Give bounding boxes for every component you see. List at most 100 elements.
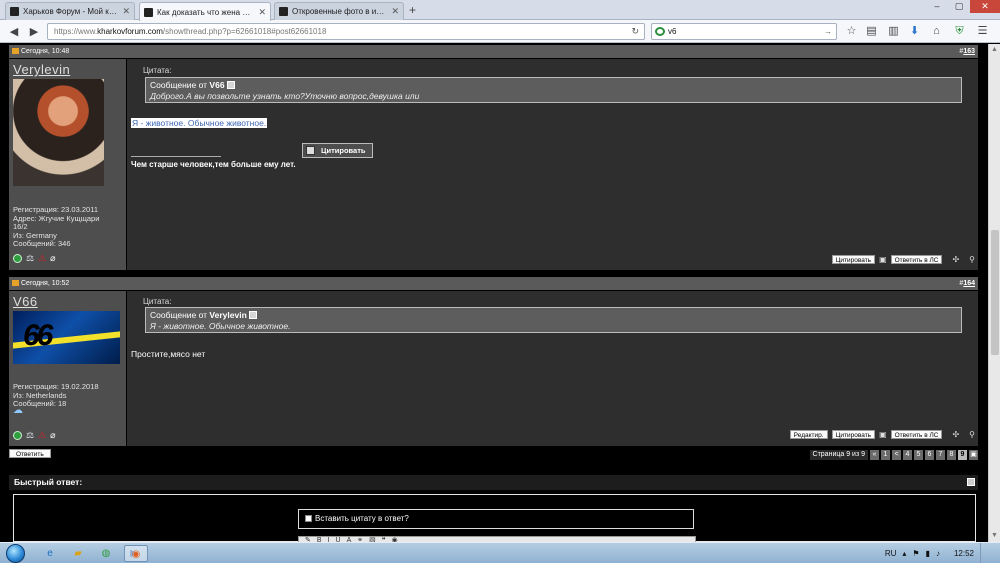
report-icon[interactable]: ⚲ — [969, 255, 975, 264]
user-info: Регистрация: 23.03.2011 Адрес: Жгучие Ку… — [13, 205, 100, 248]
page-link[interactable]: 7 — [936, 450, 945, 460]
new-tab-icon[interactable]: + — [409, 3, 416, 17]
scrollbar-thumb[interactable] — [991, 230, 999, 355]
user-panel: V66 66 Регистрация: 19.02.2018 Из: Nethe… — [9, 291, 126, 446]
quote-button[interactable]: Цитировать — [831, 430, 876, 439]
page-link[interactable]: 1 — [881, 450, 890, 460]
clock[interactable]: 12:52 — [954, 549, 974, 558]
page-current: 9 — [958, 450, 967, 460]
show-desktop-button[interactable] — [980, 543, 988, 563]
post-header: Сегодня, 10:52 #164 — [9, 277, 978, 290]
library-icon[interactable]: ▥ — [887, 25, 900, 38]
forum-favicon-icon — [279, 7, 288, 16]
tray-expand-icon[interactable]: ▴ — [902, 549, 906, 558]
search-input[interactable]: v6 → — [651, 23, 837, 40]
shield-icon[interactable]: ⛨ — [953, 25, 966, 38]
page-link[interactable]: 4 — [903, 450, 912, 460]
edit-button[interactable]: Редактир. — [789, 430, 828, 439]
firefox-taskbar-button[interactable]: ◉ — [124, 545, 148, 562]
user-icons: ⚖ ⚠ ⌀ — [13, 430, 56, 441]
quote-button[interactable]: Цитировать — [831, 255, 876, 264]
post-body: Цитата: Сообщение от Verylevin Я - живот… — [127, 291, 978, 446]
insert-quote-option[interactable]: Вставить цитату в ответ? — [298, 509, 694, 529]
tab-instagram-photos[interactable]: Откровенные фото в инст... ✕ — [274, 2, 404, 20]
report-warning-icon[interactable]: ⚠ — [38, 430, 46, 441]
forward-icon[interactable]: ▶ — [26, 24, 42, 40]
reputation-scale-icon[interactable]: ⚖ — [26, 253, 34, 264]
skype-icon[interactable]: ☁ — [13, 405, 23, 416]
forum-page: Сегодня, 10:48 #163 Verylevin Регистраци… — [0, 44, 988, 545]
page-link[interactable]: 8 — [947, 450, 956, 460]
forum-favicon-icon — [144, 7, 153, 17]
online-status-icon — [13, 431, 22, 440]
chrome-icon[interactable]: ◍ — [94, 545, 118, 562]
quick-reply-header: Быстрый ответ: — [9, 475, 978, 490]
reload-icon[interactable]: ↻ — [631, 24, 639, 39]
start-button[interactable] — [6, 544, 25, 563]
attachment-icon: ⌀ — [50, 430, 56, 440]
insert-quote-checkbox[interactable] — [305, 515, 312, 522]
reader-icon[interactable]: ▤ — [865, 25, 878, 38]
reply-pm-button[interactable]: Ответить в ЛС — [890, 255, 943, 264]
collapse-icon[interactable] — [967, 478, 975, 486]
language-indicator[interactable]: RU — [885, 549, 897, 558]
thanks-icon[interactable]: ✣ — [952, 430, 959, 439]
explorer-folder-icon[interactable]: ▰ — [66, 545, 90, 562]
page-jump-icon[interactable]: ▣ — [969, 450, 978, 460]
selected-text: Я - животное. Обычное животное. — [131, 118, 268, 128]
reply-pm-button[interactable]: Ответить в ЛС — [890, 430, 943, 439]
ie-icon[interactable]: e — [38, 545, 62, 562]
network-flag-icon[interactable]: ⚑ — [912, 549, 919, 558]
page-link[interactable]: 6 — [925, 450, 934, 460]
report-warning-icon[interactable]: ⚠ — [38, 253, 46, 264]
multiquote-icon[interactable]: ▣ — [879, 255, 887, 264]
post-permalink[interactable]: 163 — [963, 48, 975, 55]
thanks-icon[interactable]: ✣ — [952, 255, 959, 264]
report-icon[interactable]: ⚲ — [969, 430, 975, 439]
view-post-icon[interactable] — [226, 81, 235, 89]
home-icon[interactable]: ⌂ — [930, 25, 943, 38]
search-go-icon[interactable]: → — [824, 24, 832, 39]
attachment-icon: ⌀ — [50, 253, 56, 263]
reputation-scale-icon[interactable]: ⚖ — [26, 430, 34, 441]
windows-taskbar: e ▰ ◍ ▶ ◉ RU ▴ ⚑ ▮ ♪ 12:52 — [0, 542, 1000, 563]
address-bar[interactable]: https://www.kharkovforum.com/showthread.… — [47, 23, 645, 40]
username-link[interactable]: Verylevin — [13, 62, 122, 77]
user-info: Регистрация: 19.02.2018 Из: Netherlands … — [13, 382, 99, 408]
pagination: Страница 9 из 9 « 1 < 4 5 6 7 8 9 ▣ — [809, 450, 978, 460]
menu-icon[interactable]: ☰ — [976, 25, 989, 38]
username-link[interactable]: V66 — [13, 294, 122, 309]
reply-button[interactable]: Ответить — [9, 449, 51, 458]
quote-box: Сообщение от V66 Доброго.А вы позвольте … — [145, 77, 962, 103]
close-window-icon[interactable]: ✕ — [970, 0, 1000, 13]
page-first[interactable]: « — [870, 450, 879, 460]
page-prev[interactable]: < — [892, 450, 901, 460]
back-icon[interactable]: ◀ — [6, 24, 22, 40]
scroll-down-icon[interactable]: ▼ — [991, 532, 998, 539]
page-link[interactable]: 5 — [914, 450, 923, 460]
close-tab-icon[interactable]: ✕ — [391, 6, 399, 17]
maximize-icon[interactable]: ▢ — [948, 0, 970, 13]
close-tab-icon[interactable]: ✕ — [122, 6, 130, 17]
tab-active-thread[interactable]: Как доказать что жена ев... ✕ — [139, 2, 271, 21]
volume-icon[interactable]: ♪ — [936, 549, 940, 558]
tab-kharkov-forum[interactable]: Харьков Форум - Мой ка... ✕ — [5, 2, 135, 20]
page-scrollbar[interactable]: ▲ ▼ — [988, 44, 1000, 542]
post-message: Я - животное. Обычное животное. — [131, 118, 268, 128]
browser-nav-bar: ◀ ▶ https://www.kharkovforum.com/showthr… — [0, 20, 1000, 43]
signal-icon[interactable]: ▮ — [926, 549, 930, 558]
close-tab-icon[interactable]: ✕ — [258, 7, 266, 18]
post-actions: Цитировать ▣ Ответить в ЛС ✣ ⚲ — [831, 255, 978, 264]
signature: Чем старше человек,тем больше ему лет. — [131, 160, 296, 169]
quote-selection-button[interactable]: Цитировать — [302, 143, 373, 158]
minimize-icon[interactable]: – — [926, 0, 948, 13]
view-post-icon[interactable] — [248, 311, 257, 319]
avatar — [13, 79, 104, 186]
scroll-up-icon[interactable]: ▲ — [991, 46, 998, 53]
online-status-icon — [13, 254, 22, 263]
download-icon[interactable]: ⬇ — [908, 25, 921, 38]
multiquote-icon[interactable]: ▣ — [879, 430, 887, 439]
user-panel: Verylevin Регистрация: 23.03.2011 Адрес:… — [9, 59, 126, 270]
bookmark-star-icon[interactable]: ☆ — [845, 25, 858, 38]
post-permalink[interactable]: 164 — [963, 280, 975, 287]
